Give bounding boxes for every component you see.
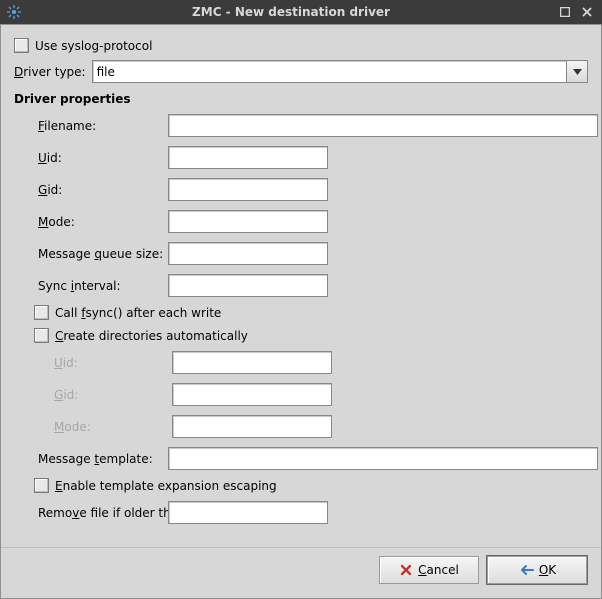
driver-type-select[interactable] (92, 60, 588, 83)
driver-type-label: Driver type: (14, 65, 86, 79)
sub-gid-label: Gid: (54, 388, 172, 402)
gid-input[interactable] (168, 178, 328, 201)
mode-label: Mode: (38, 215, 168, 229)
ok-icon (518, 564, 534, 576)
remove-input[interactable] (168, 501, 328, 524)
driver-type-input[interactable] (92, 60, 567, 83)
remove-label: Remove file if older than (38, 506, 168, 520)
chevron-down-icon (573, 69, 582, 75)
create-dirs-row: Create directories automatically (34, 328, 588, 343)
template-grid: Message template: (18, 447, 588, 470)
app-icon (6, 4, 22, 20)
queue-size-input[interactable] (168, 242, 328, 265)
cancel-button[interactable]: Cancel (379, 556, 479, 584)
properties-grid: Filename: Uid: Gid: Mode: Message queue … (18, 114, 588, 297)
window-title: ZMC - New destination driver (28, 5, 554, 19)
ok-button[interactable]: OK (487, 556, 587, 584)
syslog-protocol-checkbox[interactable] (14, 38, 29, 53)
create-dirs-label: Create directories automatically (55, 329, 248, 343)
sub-uid-input[interactable] (172, 351, 332, 374)
sync-interval-label: Sync interval: (38, 279, 168, 293)
dialog-window: ZMC - New destination driver Use syslog-… (0, 0, 602, 599)
syslog-protocol-label: Use syslog-protocol (35, 39, 152, 53)
sub-uid-label: Uid: (54, 356, 172, 370)
maximize-button[interactable] (556, 3, 574, 21)
sub-mode-label: Mode: (54, 420, 172, 434)
filename-label: Filename: (38, 119, 168, 133)
template-label: Message template: (38, 452, 168, 466)
ok-label: OK (539, 563, 556, 577)
sub-properties-grid: Uid: Gid: Mode: (34, 351, 588, 438)
cancel-label: Cancel (418, 563, 459, 577)
content-area: Use syslog-protocol Driver type: Driver … (1, 25, 601, 547)
client-area: Use syslog-protocol Driver type: Driver … (0, 24, 602, 599)
mode-input[interactable] (168, 210, 328, 233)
queue-size-label: Message queue size: (38, 247, 168, 261)
fsync-label: Call fsync() after each write (55, 306, 221, 320)
fsync-checkbox[interactable] (34, 305, 49, 320)
fsync-row: Call fsync() after each write (34, 305, 588, 320)
escape-label: Enable template expansion escaping (55, 479, 277, 493)
uid-label: Uid: (38, 151, 168, 165)
create-dirs-checkbox[interactable] (34, 328, 49, 343)
sub-mode-input[interactable] (172, 415, 332, 438)
titlebar: ZMC - New destination driver (0, 0, 602, 24)
filename-input[interactable] (168, 114, 598, 137)
escape-row: Enable template expansion escaping (34, 478, 588, 493)
driver-properties-heading: Driver properties (14, 92, 588, 106)
close-button[interactable] (578, 3, 596, 21)
sub-gid-input[interactable] (172, 383, 332, 406)
driver-type-dropdown-button[interactable] (567, 60, 588, 83)
syslog-protocol-row: Use syslog-protocol (14, 38, 588, 53)
gid-label: Gid: (38, 183, 168, 197)
uid-input[interactable] (168, 146, 328, 169)
button-bar: Cancel OK (1, 547, 601, 598)
sync-interval-input[interactable] (168, 274, 328, 297)
cancel-icon (399, 563, 413, 577)
remove-grid: Remove file if older than (18, 501, 588, 524)
driver-type-row: Driver type: (14, 60, 588, 83)
template-input[interactable] (168, 447, 598, 470)
escape-checkbox[interactable] (34, 478, 49, 493)
